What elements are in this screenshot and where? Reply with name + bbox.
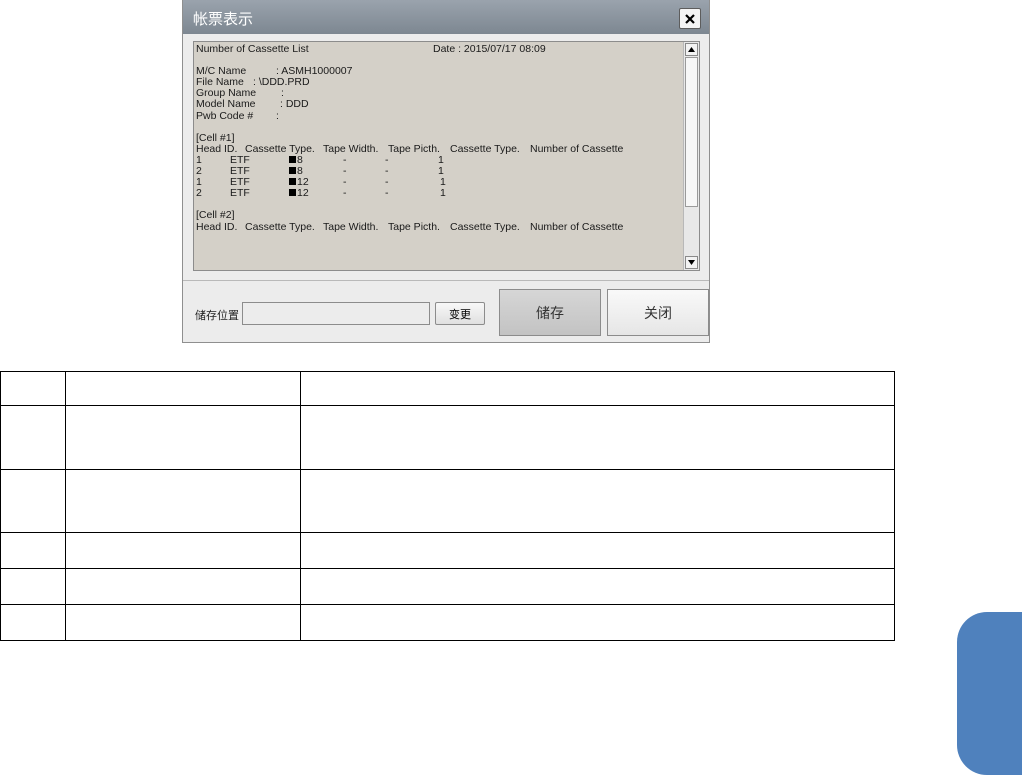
report-date: Date : 2015/07/17 08:09 (433, 44, 546, 55)
report-row: 1 ETF 12 - - 1 (196, 177, 681, 188)
report-row: 2 ETF 12 - - 1 (196, 188, 681, 199)
table-cell (0, 604, 66, 641)
triangle-up-icon (688, 47, 695, 52)
table-cell (65, 568, 301, 605)
pwb-code-value: : (276, 109, 279, 122)
row-count: 1 (440, 187, 446, 200)
dialog-title-bar: 帐票表示 (183, 0, 709, 34)
model-name-label: Model Name (196, 98, 256, 111)
scroll-down-button[interactable] (685, 256, 698, 269)
scroll-up-button[interactable] (685, 43, 698, 56)
col-tape-pitch: Tape Picth. (388, 142, 440, 155)
footer-divider (183, 280, 709, 281)
dialog-title: 帐票表示 (193, 10, 254, 28)
row-ctype: - (385, 187, 389, 200)
table-row (0, 604, 895, 641)
col-tape-pitch: Tape Picth. (388, 220, 440, 233)
tape-square-icon (289, 178, 296, 186)
table-cell (300, 371, 895, 406)
table-cell (65, 405, 301, 470)
col-head-id: Head ID. (196, 220, 238, 233)
report-heading: Number of Cassette List (196, 44, 309, 55)
table-cell (65, 532, 301, 569)
row-type: ETF (230, 187, 250, 200)
table-cell (300, 568, 895, 605)
table-cell (65, 371, 301, 406)
col-cassette-type-2: Cassette Type. (450, 142, 520, 155)
close-window-button[interactable] (679, 8, 701, 29)
table-cell (300, 604, 895, 641)
table-row (0, 371, 895, 406)
pwb-code-label: Pwb Code # (196, 109, 254, 122)
col-cassette-type-2: Cassette Type. (450, 220, 520, 233)
tape-square-icon (289, 155, 296, 163)
table-cell (0, 405, 66, 470)
col-cassette-type: Cassette Type. (245, 220, 315, 233)
table-row (0, 405, 895, 470)
col-tape-width: Tape Width. (323, 142, 379, 155)
table-cell (65, 604, 301, 641)
close-button[interactable]: 关闭 (607, 289, 709, 336)
table-cell (300, 469, 895, 533)
triangle-down-icon (688, 260, 695, 265)
change-button[interactable]: 变更 (435, 302, 485, 325)
save-location-label: 储存位置 (195, 309, 239, 322)
table-cell (65, 469, 301, 533)
col-cassette-type: Cassette Type. (245, 142, 315, 155)
table-cell (0, 371, 66, 406)
scroll-thumb[interactable] (685, 57, 698, 207)
description-table (0, 371, 895, 641)
table-row (0, 532, 895, 569)
table-row (0, 568, 895, 605)
table-cell (300, 405, 895, 470)
tape-square-icon (289, 189, 296, 197)
col-number-of-cassette: Number of Cassette (530, 220, 624, 233)
table-row (0, 469, 895, 533)
report-row: 2 ETF 8 - - 1 (196, 165, 681, 177)
col-number-of-cassette: Number of Cassette (530, 142, 624, 155)
table-cell (0, 568, 66, 605)
cell-2-label: [Cell #2] (196, 209, 235, 222)
table-cell (300, 532, 895, 569)
table-cell (0, 469, 66, 533)
save-location-input[interactable] (242, 302, 430, 325)
col-tape-width: Tape Width. (323, 220, 379, 233)
model-name-value: : DDD (280, 98, 309, 111)
report-text-area[interactable]: Number of Cassette List Date : 2015/07/1… (193, 41, 700, 271)
save-button[interactable]: 储存 (499, 289, 601, 336)
row-pitch: - (343, 187, 347, 200)
table-cell (0, 532, 66, 569)
report-dialog: 帐票表示 Number of Cassette List Date : 2015… (182, 0, 710, 343)
close-icon (685, 13, 695, 24)
row-head: 2 (196, 187, 202, 200)
chapter-side-tab (957, 612, 1022, 775)
row-width: 12 (289, 188, 309, 199)
vertical-scrollbar[interactable] (683, 42, 699, 270)
tape-square-icon (289, 167, 296, 175)
